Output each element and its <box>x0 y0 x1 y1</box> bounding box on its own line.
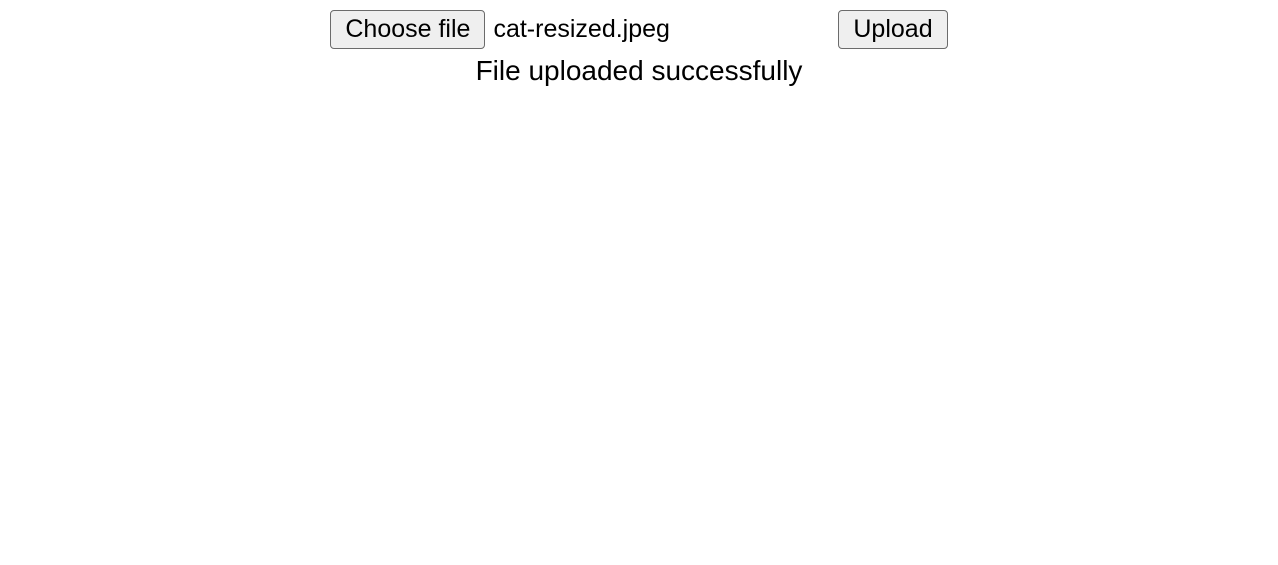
upload-button[interactable]: Upload <box>838 10 947 49</box>
upload-container: Choose file cat-resized.jpeg Upload File… <box>0 0 1278 87</box>
upload-row: Choose file cat-resized.jpeg Upload <box>330 10 947 49</box>
choose-file-button[interactable]: Choose file <box>330 10 485 49</box>
selected-filename: cat-resized.jpeg <box>493 15 669 44</box>
upload-status-message: File uploaded successfully <box>0 55 1278 87</box>
file-input[interactable]: Choose file cat-resized.jpeg <box>330 10 830 49</box>
